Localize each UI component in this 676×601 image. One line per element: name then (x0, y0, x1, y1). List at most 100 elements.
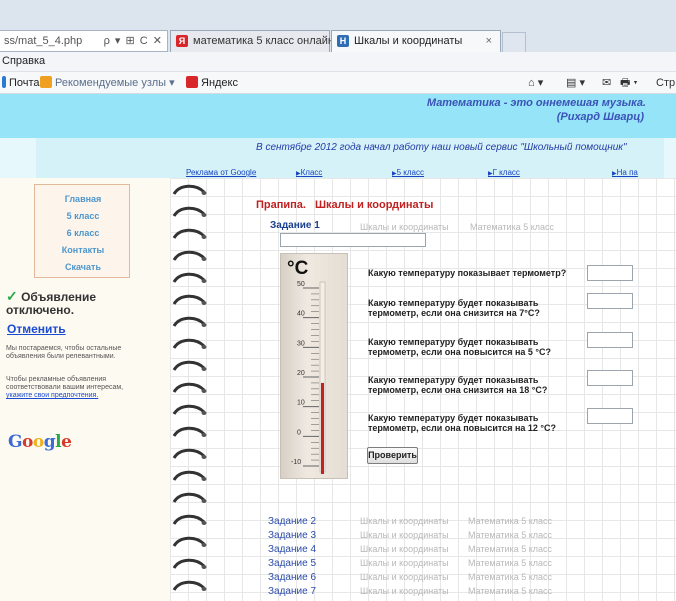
ad-link-5class[interactable]: 5 класс (392, 168, 424, 177)
answer-field[interactable] (280, 233, 426, 247)
tab-label: математика 5 класс онлайн ... (193, 35, 347, 47)
nav-contacts[interactable]: Контакты (35, 245, 131, 255)
google-logo-letter: G (8, 432, 23, 452)
recommended-sites-icon (40, 76, 52, 88)
task-list-item[interactable]: Задание 4 Шкалы и координаты Математика … (268, 544, 552, 555)
ad-link-na-pa[interactable]: На па (612, 168, 638, 177)
header-quote-author: (Рихард Шварц) (556, 111, 644, 123)
task-list-item[interactable]: Задание 7 Шкалы и координаты Математика … (268, 586, 552, 597)
spiral-ring (172, 382, 206, 393)
favorite-mail[interactable]: Почта (2, 72, 40, 94)
home-button[interactable]: ⌂ ▾ (528, 72, 543, 94)
mail-icon (2, 76, 6, 88)
spiral-hole (201, 345, 207, 349)
task-topic: Шкалы и координаты (360, 572, 449, 582)
ad-notice-text-2: Чтобы рекламные объявления соответствова… (6, 376, 124, 399)
task-topic: Шкалы и координаты (360, 544, 449, 554)
spiral-ring (172, 338, 206, 349)
address-controls[interactable]: ρ ▾ ⊞ C ✕ (104, 31, 163, 51)
answer-input-3[interactable] (587, 332, 633, 348)
ad-notice-text: Мы постараемся, чтобы остальные объявлен… (6, 345, 122, 360)
ad-preferences-link[interactable]: укажите свои предпочтения. (6, 392, 98, 399)
thermometer-tick-label: 20 (297, 370, 305, 377)
task-1-topic: Шкалы и координаты (360, 222, 449, 232)
feeds-button[interactable]: ▤ ▾ (566, 72, 585, 94)
spiral-ring (172, 294, 206, 305)
nav-6-class[interactable]: 6 класс (35, 228, 131, 238)
spiral-ring (172, 272, 206, 283)
tab-label: Шкалы и координаты (354, 35, 463, 47)
thermometer-mercury (321, 382, 324, 474)
browser-tab-bar: ss/mat_5_4.php ρ ▾ ⊞ C ✕ Я математика 5 … (0, 0, 676, 52)
answer-input-1[interactable] (587, 265, 633, 281)
nav-5-class[interactable]: 5 класс (35, 211, 131, 221)
print-button[interactable]: 🖶 ▾ (620, 72, 638, 94)
task-link[interactable]: Задание 5 (268, 558, 316, 569)
task-link[interactable]: Задание 7 (268, 586, 316, 597)
nav-download[interactable]: Скачать (35, 262, 131, 272)
spiral-hole (201, 543, 207, 547)
ad-cancel-link[interactable]: Отменить (7, 322, 66, 336)
favorite-recommended[interactable]: Рекомендуемые узлы ▾ (40, 72, 175, 94)
ad-link-class[interactable]: Класс (296, 168, 323, 177)
tab-scales-coordinates[interactable]: H Шкалы и координаты × (331, 30, 501, 52)
site-favicon-icon: H (337, 35, 349, 47)
announcement-text: В сентябре 2012 года начал работу наш но… (256, 142, 627, 153)
spiral-hole (201, 279, 207, 283)
spiral-hole (201, 301, 207, 305)
spiral-hole (201, 521, 207, 525)
task-class: Математика 5 класс (468, 558, 553, 568)
tab-yandex-search[interactable]: Я математика 5 класс онлайн ... (170, 30, 346, 52)
thermometer-tick-label: 0 (297, 429, 301, 436)
spiral-ring (172, 558, 206, 569)
spiral-ring (172, 514, 206, 525)
task-link[interactable]: Задание 6 (268, 572, 316, 583)
task-class: Математика 5 класс (468, 516, 553, 526)
thermometer-tick-label: 30 (297, 340, 305, 347)
menu-help[interactable]: Справка (2, 55, 45, 67)
site-navigation: Главная 5 класс 6 класс Контакты Скачать (34, 184, 130, 278)
check-button[interactable]: Проверить (367, 447, 418, 464)
spiral-ring (172, 404, 206, 415)
task-topic: Шкалы и координаты (360, 516, 449, 526)
spiral-ring (172, 316, 206, 327)
thermometer-scale: 50 40 30 20 10 0 -10 (291, 281, 326, 474)
task-link[interactable]: Задание 2 (268, 516, 316, 527)
read-mail-button[interactable]: ✉ (602, 72, 611, 94)
question-1: Какую температуру показывает термометр? (368, 268, 567, 278)
page-title: Прапипа. Шкалы и координаты (256, 199, 434, 211)
ad-links-row: Реклама от Google Класс 5 класс Г класс … (0, 166, 676, 180)
task-list-item[interactable]: Задание 6 Шкалы и координаты Математика … (268, 572, 552, 583)
spiral-ring (172, 184, 206, 195)
task-list-item[interactable]: Задание 5 Шкалы и координаты Математика … (268, 558, 552, 569)
spiral-hole (201, 565, 207, 569)
notebook-spiral (172, 184, 207, 591)
address-bar[interactable]: ss/mat_5_4.php ρ ▾ ⊞ C ✕ (0, 30, 168, 52)
ad-link-g-class[interactable]: Г класс (488, 168, 520, 177)
spiral-ring (172, 206, 206, 217)
spiral-hole (201, 389, 207, 393)
new-tab-button[interactable] (502, 32, 526, 52)
ad-notice-title: ✓ Объявление отключено. (6, 288, 97, 317)
spiral-hole (201, 191, 207, 195)
answer-input-2[interactable] (587, 293, 633, 309)
nav-home[interactable]: Главная (35, 194, 131, 204)
page-menu[interactable]: Стр (656, 72, 675, 94)
task-1-link[interactable]: Задание 1 (270, 220, 320, 231)
address-text: ss/mat_5_4.php (4, 35, 83, 47)
yandex-icon (186, 76, 198, 88)
favorite-yandex[interactable]: Яндекс (186, 72, 238, 94)
close-tab-icon[interactable]: × (486, 31, 492, 51)
google-ads-link[interactable]: Реклама от Google (186, 168, 256, 177)
spiral-ring (172, 492, 206, 503)
task-list-item[interactable]: Задание 3 Шкалы и координаты Математика … (268, 530, 552, 541)
task-link[interactable]: Задание 3 (268, 530, 316, 541)
favorites-bar: Почта Рекомендуемые узлы ▾ Яндекс ⌂ ▾ ▤ … (0, 72, 676, 94)
google-logo-letter: o (32, 432, 44, 452)
spiral-ring (172, 580, 206, 591)
answer-input-4[interactable] (587, 370, 633, 386)
task-class: Математика 5 класс (468, 586, 553, 596)
answer-input-5[interactable] (587, 408, 633, 424)
task-list-item[interactable]: Задание 2 Шкалы и координаты Математика … (268, 516, 552, 527)
task-link[interactable]: Задание 4 (268, 544, 316, 555)
